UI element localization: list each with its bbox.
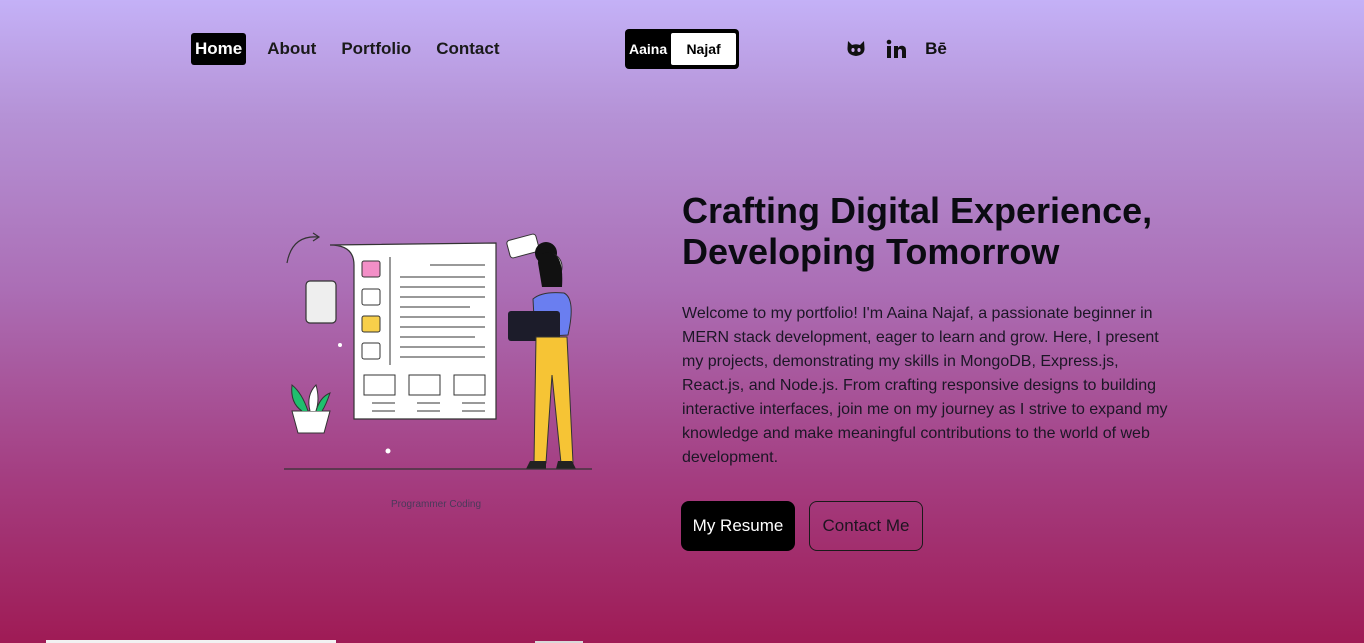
- headline-line1: Crafting Digital Experience,: [682, 190, 1153, 231]
- nav-contact[interactable]: Contact: [432, 33, 503, 65]
- nav-about[interactable]: About: [263, 33, 320, 65]
- nav-portfolio[interactable]: Portfolio: [337, 33, 415, 65]
- linkedin-icon[interactable]: [885, 38, 907, 60]
- logo-first-name: Aaina: [629, 41, 668, 57]
- social-links: Bē: [845, 38, 947, 60]
- headline-line2: Developing Tomorrow: [682, 231, 1060, 272]
- resume-button[interactable]: My Resume: [681, 501, 795, 551]
- logo-last-name: Najaf: [671, 33, 736, 65]
- main-nav: Home About Portfolio Contact: [191, 33, 521, 65]
- contact-me-button[interactable]: Contact Me: [809, 501, 923, 551]
- site-logo[interactable]: Aaina Najaf: [625, 29, 739, 69]
- hero-intro: Welcome to my portfolio! I'm Aaina Najaf…: [682, 305, 1168, 466]
- programmer-illustration: [284, 232, 592, 470]
- github-icon[interactable]: [845, 38, 867, 60]
- nav-home[interactable]: Home: [191, 33, 247, 65]
- hero-headline: Crafting Digital Experience, Developing …: [682, 190, 1302, 272]
- behance-icon[interactable]: Bē: [925, 38, 947, 60]
- illustration-caption: Programmer Coding: [391, 499, 482, 510]
